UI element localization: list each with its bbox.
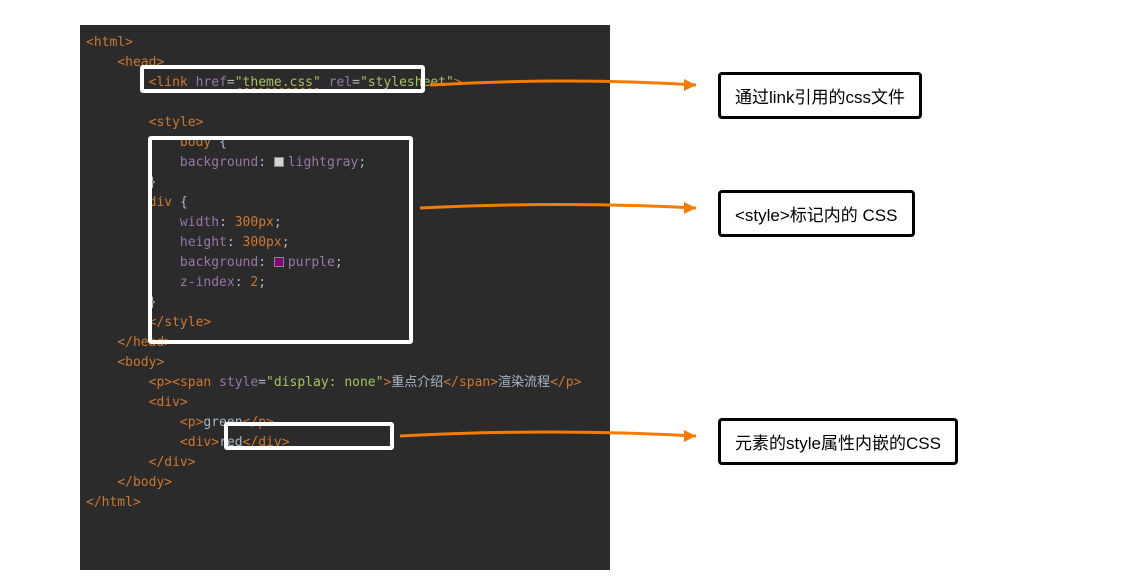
arrow-icon <box>418 198 708 218</box>
arrow-icon <box>428 75 708 95</box>
code-line: <style> <box>86 113 604 133</box>
annotation-label-inline: 元素的style属性内嵌的CSS <box>718 418 958 465</box>
code-line: z-index: 2; <box>86 273 604 293</box>
color-swatch-purple <box>274 257 284 267</box>
code-line: <body> <box>86 353 604 373</box>
code-line: background: lightgray; <box>86 153 604 173</box>
code-line: <div> <box>86 393 604 413</box>
code-line: <p><span style="display: none">重点介绍</spa… <box>86 373 604 393</box>
code-line: } <box>86 293 604 313</box>
code-line: background: purple; <box>86 253 604 273</box>
code-line: <html> <box>86 33 604 53</box>
color-swatch-lightgray <box>274 157 284 167</box>
annotation-label-style: <style>标记内的 CSS <box>718 190 915 237</box>
code-line: height: 300px; <box>86 233 604 253</box>
code-line: </body> <box>86 473 604 493</box>
code-editor: <html> <head> <link href="theme.css" rel… <box>80 25 610 570</box>
code-line: } <box>86 173 604 193</box>
arrow-icon <box>398 426 708 446</box>
annotation-label-link: 通过link引用的css文件 <box>718 72 922 119</box>
code-line: <head> <box>86 53 604 73</box>
code-line: </div> <box>86 453 604 473</box>
code-line <box>86 93 604 113</box>
code-line: </style> <box>86 313 604 333</box>
code-line: </head> <box>86 333 604 353</box>
code-line: body { <box>86 133 604 153</box>
code-line: </html> <box>86 493 604 513</box>
